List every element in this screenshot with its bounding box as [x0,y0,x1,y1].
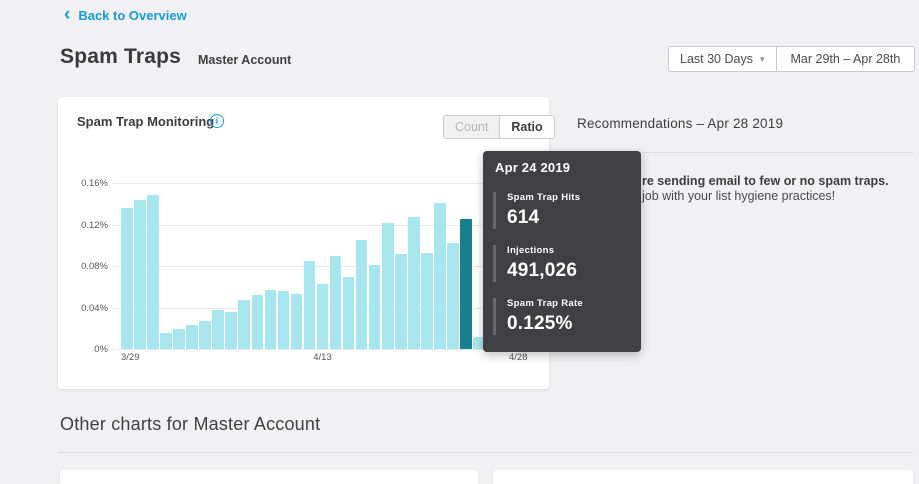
page: ‹ Back to Overview Spam Traps Master Acc… [0,0,919,484]
chart-bar[interactable] [408,217,420,349]
chart-bar[interactable] [304,261,316,349]
chart-bar[interactable] [447,243,459,349]
spam-trap-monitoring-card: Spam Trap Monitoring i Count Ratio 0.16%… [58,97,549,389]
x-tick-label: 3/29 [121,352,140,363]
y-tick-label: 0.04% [81,303,108,314]
chart-bar[interactable] [212,310,224,349]
y-tick-label: 0% [94,344,108,355]
page-title: Spam Traps [60,45,181,69]
date-range-value: Mar 29th – Apr 28th [791,52,901,66]
back-link-label: Back to Overview [78,8,186,23]
tooltip-stat-label: Injections [507,245,629,257]
chart-bar-highlighted[interactable] [460,219,472,349]
count-ratio-toggle: Count Ratio [443,115,555,139]
date-range-dropdown-label: Last 30 Days [680,52,753,66]
bar-plot [121,183,533,349]
caret-down-icon: ▾ [760,54,765,65]
other-charts-heading: Other charts for Master Account [60,414,320,435]
chart-bar[interactable] [160,333,172,349]
chart-title: Spam Trap Monitoring [77,114,214,129]
chart-bar[interactable] [173,329,185,349]
gridline [113,349,532,350]
section-divider [58,452,913,453]
tooltip-stat-rate: Spam Trap Rate 0.125% [493,298,629,335]
x-tick-label: 4/28 [509,352,528,363]
chart-bar[interactable] [369,265,381,349]
x-tick-label: 4/13 [313,352,332,363]
tooltip-stat-label: Spam Trap Hits [507,192,629,204]
chart-bar[interactable] [434,203,446,349]
tooltip-stat-value: 491,026 [507,260,629,282]
tooltip-stat-value: 614 [507,207,629,229]
tooltip-stat-label: Spam Trap Rate [507,298,629,310]
chart-bar[interactable] [291,294,303,349]
chart-bar[interactable] [225,312,237,349]
y-tick-label: 0.12% [81,220,108,231]
chart-bar[interactable] [421,253,433,349]
chart-bar[interactable] [134,200,146,349]
chart-bar[interactable] [317,284,329,349]
chart-x-axis: 3/29 4/13 4/28 [121,352,533,366]
y-tick-label: 0.16% [81,178,108,189]
toggle-ratio-button[interactable]: Ratio [500,116,553,138]
chart-bar[interactable] [330,256,342,349]
chart-bar[interactable] [265,290,277,349]
tooltip-date: Apr 24 2019 [495,160,629,176]
chart-bar[interactable] [252,295,264,349]
date-range-controls: Last 30 Days ▾ Mar 29th – Apr 28th [668,46,915,72]
chart-bar[interactable] [278,291,290,349]
chart-bar[interactable] [395,254,407,349]
back-to-overview-link[interactable]: ‹ Back to Overview [64,8,187,23]
toggle-count-button[interactable]: Count [444,116,500,138]
y-tick-label: 0.08% [81,261,108,272]
chart-bar[interactable] [238,300,250,349]
info-icon[interactable]: i [210,114,224,128]
chart-bar[interactable] [382,223,394,349]
chart-bar[interactable] [121,208,133,349]
other-chart-card-right [493,470,913,484]
other-chart-card-left [60,470,478,484]
chart-bar[interactable] [199,321,211,349]
chart-bar[interactable] [147,195,159,349]
chevron-left-icon: ‹ [64,8,70,22]
chart-tooltip: Apr 24 2019 Spam Trap Hits 614 Injection… [483,151,641,352]
tooltip-stat-hits: Spam Trap Hits 614 [493,192,629,229]
chart-bar[interactable] [186,325,198,349]
chart-bar[interactable] [343,277,355,349]
account-name: Master Account [198,53,291,67]
chart-y-axis: 0.16%0.12%0.08%0.04%0% [66,183,108,349]
date-range-dropdown[interactable]: Last 30 Days ▾ [668,46,777,72]
recommendation-text: job with your list hygiene practices! [642,189,835,203]
recommendations-heading: Recommendations – Apr 28 2019 [577,116,783,131]
recommendation-text-bold: re sending email to few or no spam traps… [642,174,889,188]
tooltip-stat-injections: Injections 491,026 [493,245,629,282]
chart-bar[interactable] [356,240,368,349]
date-range-display[interactable]: Mar 29th – Apr 28th [776,46,916,72]
tooltip-stat-value: 0.125% [507,313,629,335]
